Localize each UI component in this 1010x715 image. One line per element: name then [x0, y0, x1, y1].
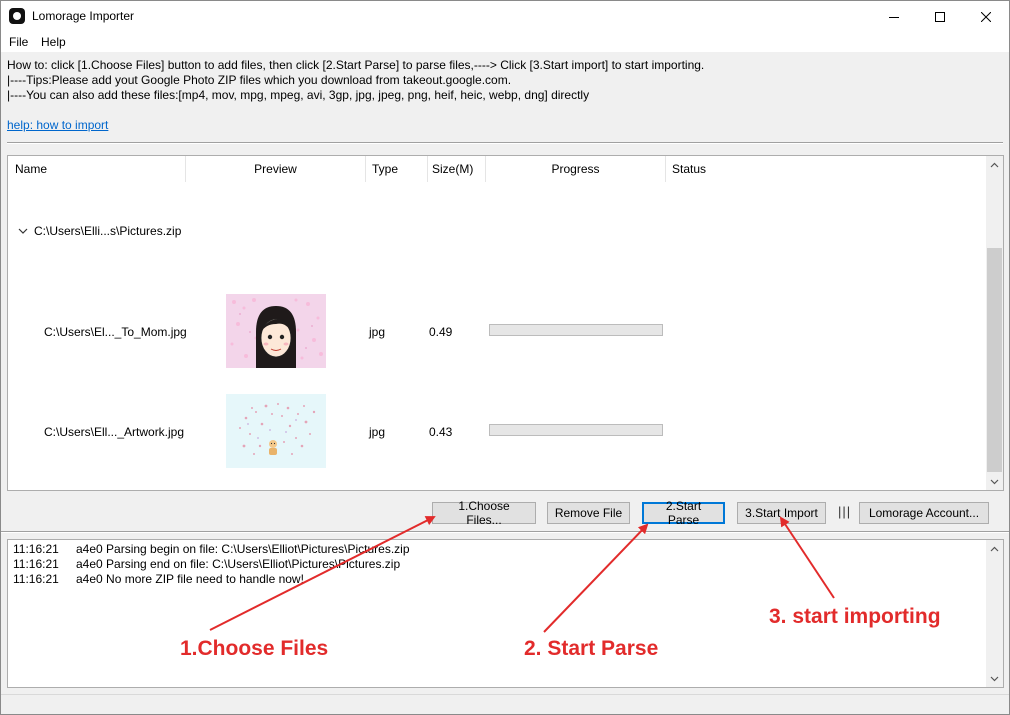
scroll-down-button[interactable]: [986, 473, 1003, 490]
toolbar-divider: |||: [838, 504, 852, 519]
log-message: a4e0 Parsing end on file: C:\Users\Ellio…: [76, 557, 401, 571]
window-title: Lomorage Importer: [32, 9, 135, 23]
log-time: 11:16:21: [13, 542, 59, 556]
scroll-up-button[interactable]: [986, 156, 1003, 173]
menu-file[interactable]: File: [9, 35, 28, 49]
log-message: a4e0 Parsing begin on file: C:\Users\Ell…: [76, 542, 410, 556]
lomorage-account-button[interactable]: Lomorage Account...: [859, 502, 989, 524]
log-line: 11:16:21 a4e0 No more ZIP file need to ha…: [13, 572, 304, 586]
instructions-text: How to: click [1.Choose Files] button to…: [7, 58, 997, 103]
column-header-preview[interactable]: Preview: [186, 156, 366, 182]
remove-file-button[interactable]: Remove File: [547, 502, 630, 524]
table-row[interactable]: C:\Users\Ell..._Artwork.jpg jpg 0.43: [8, 394, 986, 470]
start-import-button[interactable]: 3.Start Import: [737, 502, 826, 524]
minimize-icon: [889, 16, 899, 18]
file-list-scrollbar[interactable]: [986, 156, 1003, 490]
start-parse-button[interactable]: 2.Start Parse: [642, 499, 725, 527]
file-name: C:\Users\Ell..._Artwork.jpg: [44, 425, 185, 439]
help-how-to-import-link[interactable]: help: how to import: [7, 118, 108, 132]
column-header-name[interactable]: Name: [8, 156, 186, 182]
log-line: 11:16:21 a4e0 Parsing end on file: C:\Use…: [13, 557, 400, 571]
instruction-line-tips: |----Tips:Please add yout Google Photo Z…: [7, 73, 512, 87]
annotation-choose-files: 1.Choose Files: [180, 637, 329, 660]
close-icon: [981, 11, 991, 22]
chevron-down-icon: [990, 479, 999, 484]
preview-thumbnail-portrait: [226, 294, 326, 368]
chevron-down-icon[interactable]: [18, 228, 28, 234]
chevron-down-icon: [990, 676, 999, 681]
progress-bar: [489, 424, 663, 436]
log-line: 11:16:21 a4e0 Parsing begin on file: C:\U…: [13, 542, 410, 556]
log-message: a4e0 No more ZIP file need to handle now…: [76, 572, 304, 586]
menu-help[interactable]: Help: [41, 35, 66, 49]
status-bar: [1, 694, 1009, 714]
instruction-line-formats: |----You can also add these files:[mp4, …: [7, 88, 590, 102]
annotation-start-importing: 3. start importing: [769, 605, 941, 628]
file-list[interactable]: Name Preview Type Size(M) Progress Statu…: [7, 155, 1004, 491]
lomorage-app-icon: [9, 8, 25, 24]
chevron-up-icon: [990, 546, 999, 551]
file-size: 0.43: [429, 425, 453, 439]
menu-bar: File Help: [1, 32, 1009, 52]
log-scrollbar[interactable]: [986, 540, 1003, 687]
column-header-progress[interactable]: Progress: [486, 156, 666, 182]
progress-bar: [489, 324, 663, 336]
preview-thumbnail-artwork: [226, 394, 326, 468]
column-header-status[interactable]: Status: [666, 156, 786, 182]
maximize-icon: [935, 11, 945, 22]
minimize-button[interactable]: [871, 1, 917, 32]
log-time: 11:16:21: [13, 572, 59, 586]
maximize-button[interactable]: [917, 1, 963, 32]
file-size: 0.49: [429, 325, 453, 339]
instruction-line-howto: How to: click [1.Choose Files] button to…: [7, 58, 705, 72]
scroll-down-button[interactable]: [986, 670, 1003, 687]
file-name: C:\Users\El..._To_Mom.jpg: [44, 325, 187, 339]
table-row[interactable]: C:\Users\El..._To_Mom.jpg jpg 0.49: [8, 294, 986, 370]
annotation-start-parse: 2. Start Parse: [524, 637, 659, 660]
log-time: 11:16:21: [13, 557, 59, 571]
choose-files-button[interactable]: 1.Choose Files...: [432, 499, 536, 527]
title-bar: Lomorage Importer: [1, 1, 1009, 32]
zip-group-row[interactable]: C:\Users\Elli...s\Pictures.zip: [18, 224, 181, 238]
close-button[interactable]: [963, 1, 1009, 32]
column-header-type[interactable]: Type: [366, 156, 428, 182]
scrollbar-thumb[interactable]: [987, 248, 1002, 472]
file-type: jpg: [369, 425, 386, 439]
chevron-up-icon: [990, 162, 999, 167]
scroll-up-button[interactable]: [986, 540, 1003, 557]
zip-group-label: C:\Users\Elli...s\Pictures.zip: [34, 224, 182, 238]
pane-splitter[interactable]: [1, 531, 1009, 533]
file-type: jpg: [369, 325, 386, 339]
separator: [7, 142, 1003, 144]
column-header-size[interactable]: Size(M): [428, 156, 486, 182]
